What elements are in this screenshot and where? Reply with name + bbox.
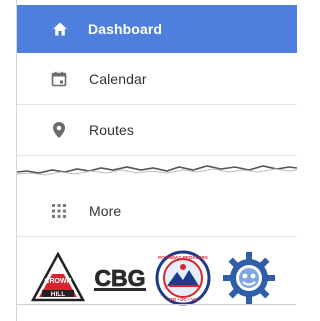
- divider: [17, 236, 297, 237]
- nav-label-calendar: Calendar: [89, 71, 147, 87]
- potomac-pedalers-logo[interactable]: POTOMAC PEDALERS MD • DC • VA: [155, 250, 211, 306]
- nav-item-calendar[interactable]: Calendar: [17, 54, 297, 104]
- svg-text:MD • DC • VA: MD • DC • VA: [169, 297, 198, 302]
- torn-edge-graphic: [17, 165, 297, 178]
- svg-text:CROWN: CROWN: [44, 278, 71, 285]
- bicycle-gear-icon[interactable]: [223, 252, 275, 304]
- home-icon: [50, 19, 70, 39]
- crown-hill-logo[interactable]: CROWN HILL: [31, 252, 85, 304]
- nav-item-dashboard[interactable]: Dashboard: [17, 5, 297, 53]
- club-logos: CROWN HILL CBG POTOMAC PEDALERS MD • DC …: [31, 250, 291, 310]
- grid-icon: [49, 201, 69, 221]
- cbg-logo[interactable]: CBG: [91, 264, 149, 294]
- svg-text:POTOMAC PEDALERS: POTOMAC PEDALERS: [158, 255, 208, 260]
- nav-label-routes: Routes: [89, 122, 134, 138]
- nav-label-more: More: [89, 203, 122, 219]
- nav-label-dashboard: Dashboard: [88, 21, 163, 37]
- sidebar-panel: Dashboard Calendar Routes More CROWN HIL…: [16, 0, 297, 321]
- nav-item-more[interactable]: More: [17, 186, 297, 236]
- map-pin-icon: [49, 120, 69, 140]
- frame-bottom-border: [16, 304, 296, 305]
- svg-text:HILL: HILL: [51, 291, 65, 298]
- svg-text:CBG: CBG: [94, 265, 145, 291]
- calendar-icon: [49, 69, 69, 89]
